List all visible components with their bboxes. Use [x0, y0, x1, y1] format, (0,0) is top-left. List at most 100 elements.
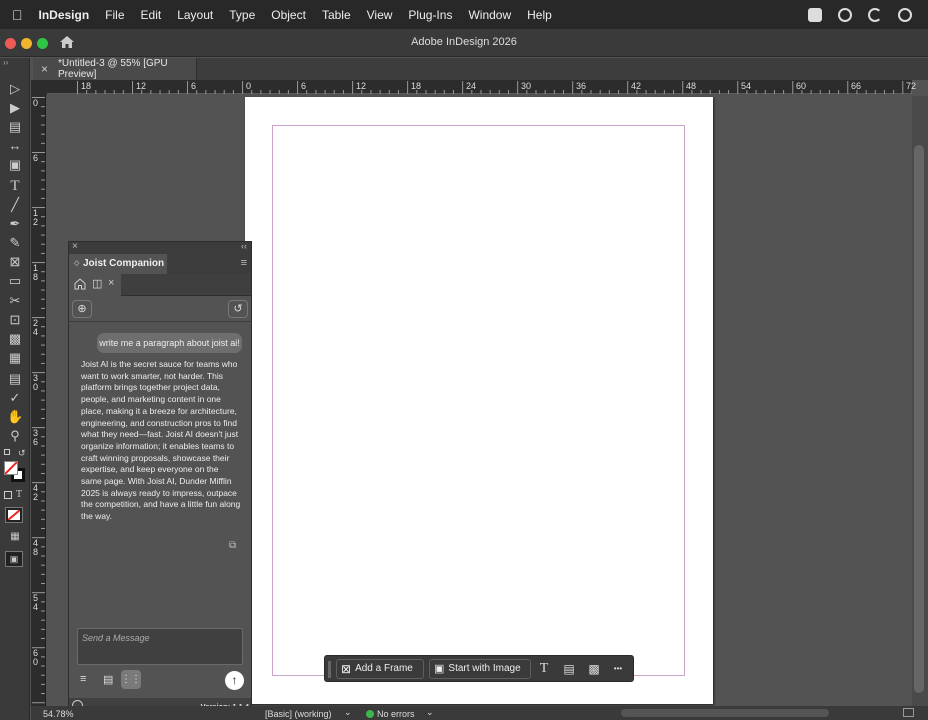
start-with-image-button[interactable]: ▣ Start with Image [429, 659, 531, 679]
menu-app-indesign[interactable]: InDesign [39, 8, 90, 22]
pages-icon[interactable]: ▤ [560, 660, 578, 678]
formatting-container-icon[interactable] [4, 491, 12, 499]
hand-tool-icon[interactable]: ✋ [7, 410, 23, 424]
contextual-task-bar: ⊠ Add a Frame ▣ Start with Image T ▤ ▩ •… [324, 655, 634, 682]
menu-type[interactable]: Type [229, 8, 255, 22]
zoom-level[interactable]: 54.78% [43, 709, 74, 719]
formatting-text-icon[interactable]: T [16, 489, 22, 500]
zoom-tool-icon[interactable]: ⚲ [7, 429, 23, 443]
minimize-window-button[interactable] [21, 38, 32, 49]
record-icon[interactable] [808, 7, 822, 22]
send-button[interactable]: ↑ [225, 671, 244, 690]
errors-status[interactable]: No errors [377, 709, 415, 719]
text-frame-icon[interactable]: T [535, 660, 553, 678]
joist-companion-panel: × ‹‹ ◇ Joist Companion ≡ ◫ × ⊕ ↺ write m… [68, 241, 252, 714]
content-collector-icon[interactable]: ▣ [7, 158, 23, 172]
scissors-tool-icon[interactable]: ✂ [7, 294, 23, 308]
horizontal-scrollbar-thumb[interactable] [621, 709, 829, 717]
document-tab[interactable]: × *Untitled-3 @ 55% [GPU Preview] [33, 58, 197, 80]
history-button[interactable]: ↺ [228, 300, 248, 318]
more-options-icon[interactable]: ••• [609, 660, 627, 678]
split-view-icon[interactable] [903, 708, 914, 717]
screen-mode-icon[interactable]: ▣ [5, 551, 23, 567]
note-tool-icon[interactable]: ▤ [7, 372, 23, 386]
default-colors-icon[interactable] [4, 449, 10, 455]
gradient-swatch-tool-icon[interactable]: ▩ [7, 332, 23, 346]
ruler-tick-label: 6 0 [33, 648, 39, 667]
panel-menu-icon[interactable]: ≡ [241, 257, 247, 269]
page-settings-icon[interactable]: ▩ [585, 660, 603, 678]
moon-icon[interactable] [868, 7, 882, 22]
ruler-tick-label: 18 [81, 81, 92, 91]
message-input[interactable]: Send a Message [77, 628, 243, 665]
direct-selection-tool-icon[interactable]: ▶ [7, 101, 23, 115]
toolbox-collapse-icon[interactable]: ›› [3, 58, 8, 67]
home-nav-icon[interactable] [74, 278, 86, 290]
close-tab-icon[interactable]: × [41, 62, 48, 76]
menu-window[interactable]: Window [468, 8, 511, 22]
new-chat-button[interactable]: ⊕ [72, 300, 92, 318]
ruler-tick-label: 2 4 [33, 318, 39, 337]
apply-none-icon[interactable] [5, 507, 23, 523]
page-tool-icon[interactable]: ▤ [7, 120, 23, 134]
rectangle-tool-icon[interactable]: ▭ [7, 274, 23, 288]
rectangle-frame-tool-icon[interactable]: ⊠ [7, 255, 23, 269]
menu-layout[interactable]: Layout [177, 8, 213, 22]
fill-swatch-icon[interactable] [4, 461, 18, 475]
menu-edit[interactable]: Edit [141, 8, 162, 22]
ruler-tick-label: 72 [906, 81, 917, 91]
chevron-down-icon[interactable]: ⌄ [344, 707, 352, 718]
panel-collapse-icon[interactable]: ‹‹ [241, 241, 247, 251]
voice-icon[interactable]: ⋮⋮ [121, 670, 141, 689]
creative-cloud-icon[interactable] [838, 7, 852, 22]
eyedropper-tool-icon[interactable]: ✓ [7, 391, 23, 405]
pen-tool-icon[interactable]: ✒ [7, 217, 23, 231]
ruler-tick-label: 54 [741, 81, 752, 91]
library-icon[interactable]: ▤ [103, 673, 113, 686]
type-tool-icon[interactable]: T [7, 179, 23, 194]
ruler-tick-label: 12 [356, 81, 367, 91]
vertical-ruler[interactable]: 0 6 1 2 1 8 2 4 3 0 3 6 4 2 4 8 5 4 6 0 [31, 95, 46, 720]
pencil-tool-icon[interactable]: ✎ [7, 236, 23, 250]
preflight-profile[interactable]: [Basic] (working) [265, 709, 332, 719]
ruler-tick-label: 6 [301, 81, 307, 91]
menu-file[interactable]: File [105, 8, 124, 22]
gap-tool-icon[interactable]: ↔ [7, 139, 23, 153]
filters-icon[interactable]: ≡ [80, 673, 86, 685]
free-transform-tool-icon[interactable]: ⊡ [7, 313, 23, 327]
ruler-tick-label: 30 [521, 81, 532, 91]
play-icon[interactable] [898, 7, 912, 22]
chat-nav-icon[interactable]: ◫ [92, 277, 102, 290]
menu-object[interactable]: Object [271, 8, 306, 22]
chevron-down-icon[interactable]: ⌄ [426, 707, 434, 718]
ruler-tick-label: 48 [686, 81, 697, 91]
home-icon[interactable] [60, 36, 74, 48]
menu-view[interactable]: View [367, 8, 393, 22]
panel-title: Joist Companion [83, 258, 165, 269]
ruler-tick-label: 6 [33, 153, 39, 163]
line-tool-icon[interactable]: ╱ [7, 198, 23, 212]
copy-icon[interactable]: ⧉ [229, 540, 241, 551]
swap-colors-icon[interactable]: ↺ [18, 448, 26, 459]
ruler-tick-label: 36 [576, 81, 587, 91]
menu-plug-ins[interactable]: Plug-Ins [408, 8, 452, 22]
menu-table[interactable]: Table [322, 8, 351, 22]
gradient-feather-tool-icon[interactable]: ▦ [7, 351, 23, 365]
ruler-origin[interactable] [31, 80, 47, 95]
selection-tool-icon[interactable]: ▷ [7, 82, 23, 96]
add-frame-button[interactable]: ⊠ Add a Frame [336, 659, 424, 679]
close-window-button[interactable] [5, 38, 16, 49]
close-chat-tab-icon[interactable]: × [108, 277, 114, 289]
panel-close-icon[interactable]: × [72, 241, 78, 252]
frame-icon: ⊠ [341, 662, 352, 676]
menu-help[interactable]: Help [527, 8, 552, 22]
vertical-scrollbar-thumb[interactable] [914, 145, 924, 693]
ruler-tick-label: 24 [466, 81, 477, 91]
horizontal-ruler[interactable]: 18 12 6 0 6 12 18 24 30 36 42 48 54 60 6… [47, 80, 916, 95]
task-bar-grip-icon[interactable] [328, 661, 331, 678]
zoom-window-button[interactable] [37, 38, 48, 49]
view-mode-icon[interactable]: ▦ [7, 530, 23, 544]
panel-action-bar: ⊕ ↺ [69, 296, 251, 322]
panel-tab[interactable]: ◇ Joist Companion [69, 254, 167, 274]
apple-icon[interactable]:  [12, 7, 23, 23]
